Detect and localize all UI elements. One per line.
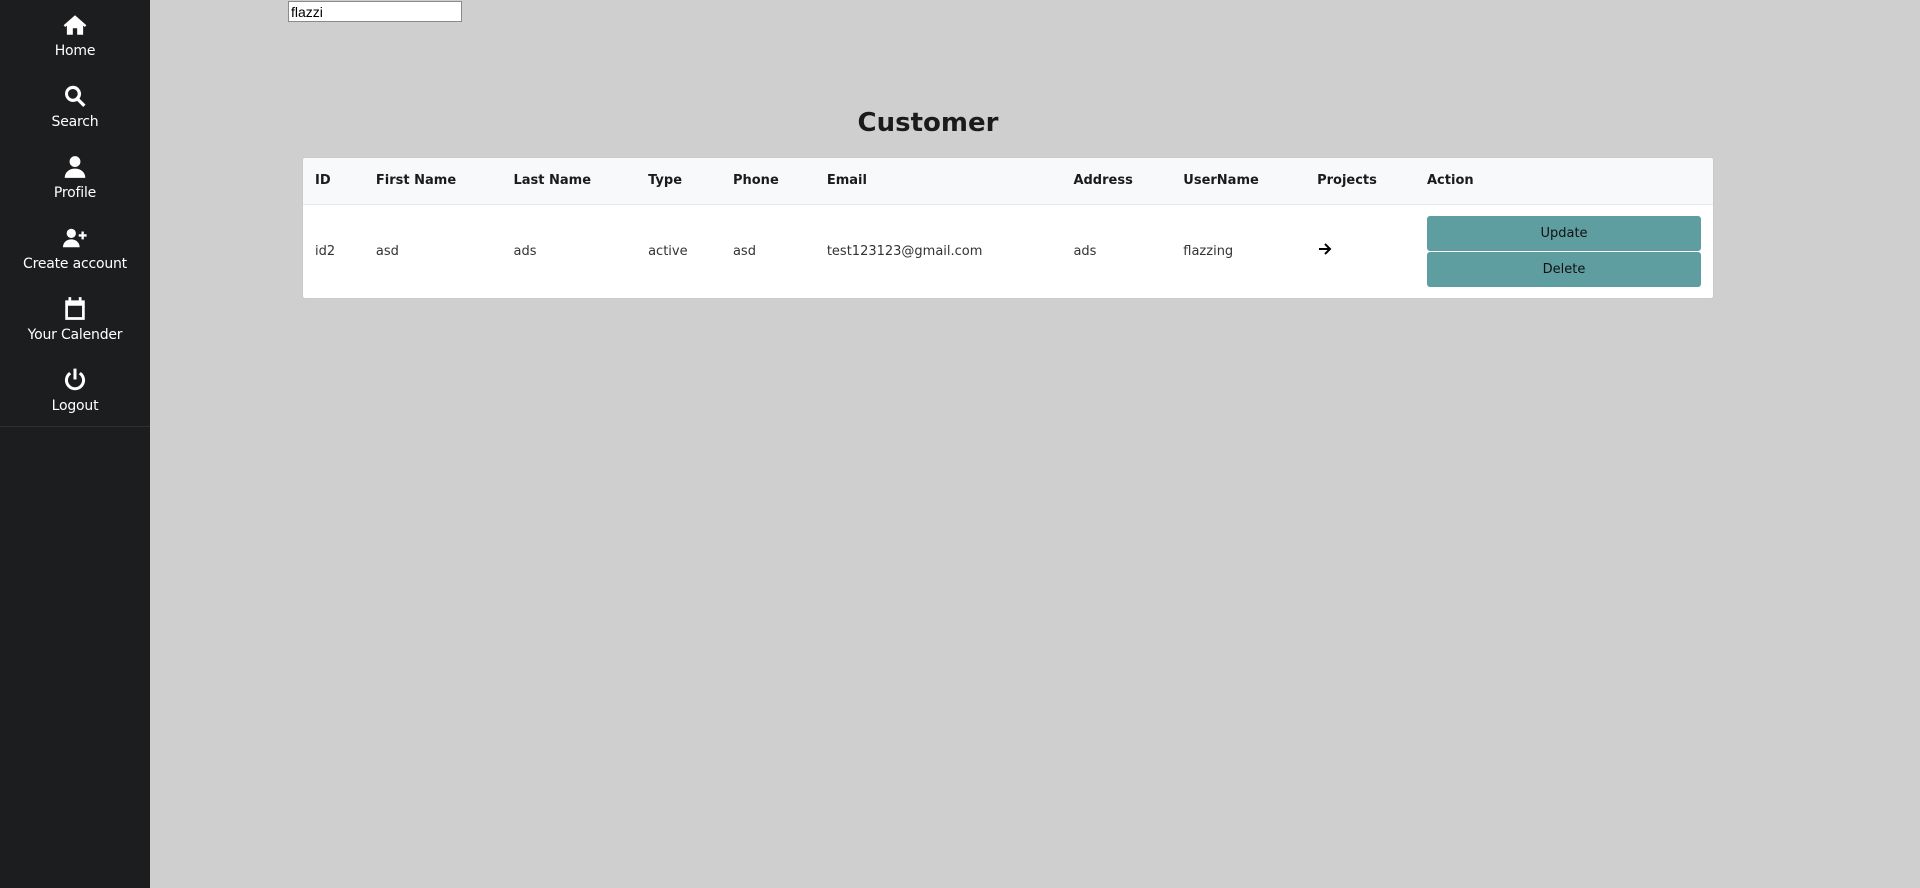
- page-title: Customer: [857, 108, 999, 138]
- column-header-projects: Projects: [1305, 158, 1415, 205]
- search-input[interactable]: [288, 1, 462, 22]
- user-icon: [62, 154, 88, 180]
- column-header-first-name: First Name: [363, 158, 502, 205]
- column-header-username: UserName: [1171, 158, 1306, 205]
- delete-button[interactable]: Delete: [1427, 251, 1701, 287]
- column-header-action: Action: [1415, 158, 1713, 205]
- sidebar-item-label: Create account: [23, 256, 127, 272]
- sidebar-item-label: Home: [54, 43, 96, 59]
- table-header-row: ID First Name Last Name Type Phone Email…: [303, 158, 1713, 205]
- calendar-icon: [62, 296, 88, 322]
- cell-email: test123123@gmail.com: [826, 243, 983, 259]
- home-icon: [62, 12, 88, 38]
- cell-phone: asd: [732, 243, 756, 259]
- sidebar-item-calendar[interactable]: Your Calender: [0, 284, 150, 355]
- column-header-type: Type: [636, 158, 721, 205]
- column-header-id: ID: [303, 158, 364, 205]
- sidebar-item-logout[interactable]: Logout: [0, 355, 150, 426]
- search-icon: [62, 83, 88, 109]
- action-buttons: Update Delete: [1427, 215, 1701, 287]
- cell-type: active: [648, 243, 688, 259]
- sidebar-item-label: Logout: [51, 398, 99, 414]
- sidebar-item-profile[interactable]: Profile: [0, 142, 150, 213]
- cell-action: Update Delete: [1415, 204, 1713, 298]
- sidebar-item-home[interactable]: Home: [0, 0, 150, 71]
- customer-table: ID First Name Last Name Type Phone Email…: [303, 158, 1713, 298]
- cell-first-name: asd: [375, 243, 399, 259]
- sidebar-nav-list: Home Search Profile Create account Your …: [0, 0, 150, 427]
- sidebar-item-label: Your Calender: [27, 327, 123, 343]
- sidebar-item-label: Profile: [53, 185, 97, 201]
- table-row: id2 asd ads active asd test123123@gmail.…: [303, 204, 1713, 298]
- cell-address: ads: [1073, 243, 1097, 259]
- arrow-right-icon: [1317, 241, 1333, 259]
- sidebar-item-create-account[interactable]: Create account: [0, 213, 150, 284]
- column-header-email: Email: [814, 158, 1062, 205]
- power-icon: [62, 367, 88, 393]
- cell-username: flazzing: [1183, 243, 1234, 259]
- projects-link[interactable]: [1317, 241, 1335, 259]
- user-plus-icon: [62, 225, 88, 251]
- cell-last-name: ads: [513, 243, 537, 259]
- column-header-last-name: Last Name: [501, 158, 637, 205]
- column-header-phone: Phone: [720, 158, 815, 205]
- cell-projects: [1305, 204, 1415, 298]
- cell-id: id2: [315, 243, 336, 259]
- update-button[interactable]: Update: [1427, 215, 1701, 251]
- column-header-address: Address: [1061, 158, 1172, 205]
- customer-table-card: ID First Name Last Name Type Phone Email…: [303, 158, 1713, 298]
